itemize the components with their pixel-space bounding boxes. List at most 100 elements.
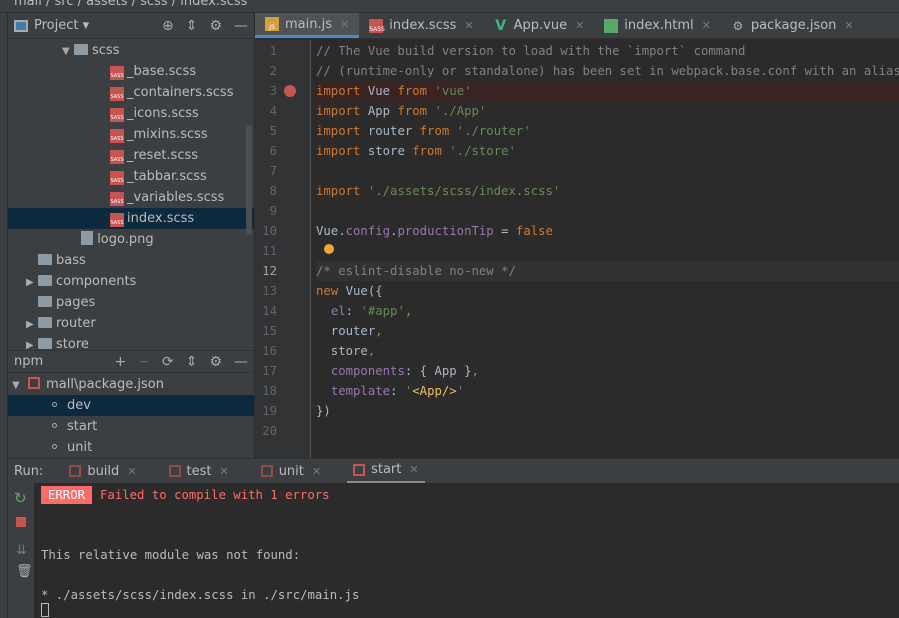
locate-icon[interactable]: ⊕ (162, 18, 174, 34)
sass-file-icon: SASS (110, 192, 124, 206)
lightbulb-icon[interactable] (324, 244, 334, 254)
code-line[interactable]: el: '#app', (316, 301, 899, 321)
console-line: This relative module was not found: (41, 548, 301, 562)
tree-item[interactable]: SASS index.scss (8, 208, 254, 229)
npm-script-unit[interactable]: unit (8, 437, 254, 458)
rerun-icon[interactable]: ↻ (14, 489, 34, 507)
tab-index-scss[interactable]: SASS index.scss ✕ (359, 13, 483, 38)
code-line[interactable]: }) (316, 401, 899, 421)
code-line[interactable] (316, 201, 899, 221)
close-icon[interactable]: ✕ (844, 19, 853, 32)
close-icon[interactable]: ✕ (127, 465, 136, 478)
run-tab-build[interactable]: build ✕ (63, 459, 142, 484)
close-icon[interactable]: ✕ (575, 19, 584, 32)
vue-file-icon: V (495, 17, 507, 34)
project-view-dropdown[interactable]: Project ▾ (34, 18, 150, 33)
code-line[interactable]: Vue.config.productionTip = false (316, 221, 899, 241)
code-line[interactable]: import Vue from 'vue' (316, 81, 899, 101)
code-line[interactable]: // The Vue build version to load with th… (316, 41, 899, 61)
hide-icon[interactable]: — (234, 354, 248, 370)
code-line[interactable]: import './assets/scss/index.scss' (316, 181, 899, 201)
sass-file-icon: SASS (110, 66, 124, 80)
gutter[interactable]: 1 2 3 4 5 6 7 8 9 10 11 12 13 14 15 16 17 18 19 20 (255, 40, 311, 458)
code-token: import (316, 104, 361, 118)
tab-package-json[interactable]: ⚙ package.json ✕ (721, 13, 864, 38)
tree-item[interactable]: SASS _containers.scss (8, 82, 254, 103)
left-tool-stripe[interactable] (0, 13, 8, 618)
npm-icon (69, 465, 82, 477)
code-token: from (397, 104, 428, 118)
run-tab-start[interactable]: start ✕ (347, 459, 425, 484)
sass-file-icon: SASS (110, 171, 124, 185)
code-line[interactable]: router, (316, 321, 899, 341)
line-number: 9 (269, 204, 277, 218)
run-tab-label: start (371, 462, 402, 477)
code-token: import (316, 124, 361, 138)
code-line[interactable]: /* eslint-disable no-new */ (316, 261, 899, 281)
tree-item[interactable]: ▼ scss (8, 40, 254, 61)
code-line[interactable] (316, 161, 899, 181)
hide-icon[interactable]: — (234, 18, 248, 34)
code-token: , (367, 344, 376, 358)
project-view-icon (14, 19, 28, 32)
npm-package[interactable]: ▼ mall\package.json (8, 374, 254, 395)
code-line[interactable]: import App from './App' (316, 101, 899, 121)
collapse-icon[interactable]: ⇕ (186, 354, 198, 370)
tree-item[interactable]: SASS _reset.scss (8, 145, 254, 166)
tree-item[interactable]: pages (8, 292, 254, 313)
code-line[interactable] (316, 421, 899, 441)
gear-icon[interactable]: ⚙ (209, 18, 222, 34)
stop-icon[interactable] (16, 517, 26, 527)
error-message: Failed to compile with 1 errors (100, 488, 330, 502)
line-number: 16 (262, 344, 277, 358)
add-icon[interactable]: + (115, 354, 127, 370)
tree-item[interactable]: SASS _variables.scss (8, 187, 254, 208)
tab-main-js[interactable]: JS main.js ✕ (255, 13, 360, 38)
tree-item[interactable]: SASS _base.scss (8, 61, 254, 82)
code-line[interactable]: import store from './store' (316, 141, 899, 161)
tree-item[interactable]: ▶ components (8, 271, 254, 292)
collapse-all-icon[interactable]: ⇕ (186, 18, 198, 34)
tab-index-html[interactable]: index.html ✕ (594, 13, 721, 38)
close-icon[interactable]: ✕ (219, 465, 228, 478)
code-line[interactable]: // (runtime-only or standalone) has been… (316, 61, 899, 81)
code-editor[interactable]: 1 2 3 4 5 6 7 8 9 10 11 12 13 14 15 16 17 18 19 20 // The V… (255, 40, 899, 458)
tree-item-label: scss (92, 43, 120, 58)
close-icon[interactable]: ✕ (702, 19, 711, 32)
gear-icon[interactable]: ⚙ (209, 354, 222, 370)
close-icon[interactable]: ✕ (464, 19, 473, 32)
tree-item[interactable]: ▶ router (8, 313, 254, 334)
breadcrumb[interactable]: mall / src / assets / scss / index.scss (0, 0, 899, 13)
npm-script-dev[interactable]: dev (8, 395, 254, 416)
run-tab-unit[interactable]: unit ✕ (255, 459, 327, 484)
code-line[interactable]: import router from './router' (316, 121, 899, 141)
run-tab-test[interactable]: test ✕ (163, 459, 235, 484)
code-line[interactable]: new Vue({ (316, 281, 899, 301)
tab-label: main.js (285, 16, 332, 32)
tree-item[interactable]: logo.png (8, 229, 254, 250)
tree-item[interactable]: bass (8, 250, 254, 271)
close-icon[interactable]: ✕ (409, 463, 418, 476)
remove-icon[interactable]: − (138, 354, 150, 370)
tree-item[interactable]: SASS _mixins.scss (8, 124, 254, 145)
tree-item[interactable]: SASS _icons.scss (8, 103, 254, 124)
tree-scrollbar[interactable] (246, 125, 252, 235)
trash-icon[interactable]: 🗑 (16, 564, 34, 579)
breakpoint-icon[interactable] (284, 85, 296, 97)
run-tab-label: test (186, 463, 212, 479)
code-line[interactable] (316, 241, 899, 261)
run-label: Run: (14, 463, 44, 479)
close-icon[interactable]: ✕ (312, 465, 321, 478)
tab-App-vue[interactable]: V App.vue ✕ (484, 13, 595, 38)
tree-item[interactable]: SASS _tabbar.scss (8, 166, 254, 187)
run-console[interactable]: ↻ ⇊ 🗑 ERROR Failed to compile with 1 erro… (8, 483, 899, 618)
npm-script-start[interactable]: start (8, 416, 254, 437)
scroll-to-end-icon[interactable]: ⇊ (16, 543, 34, 558)
code-line[interactable]: store, (316, 341, 899, 361)
code-line[interactable]: components: { App }, (316, 361, 899, 381)
close-icon[interactable]: ✕ (340, 18, 349, 31)
code-line[interactable]: template: '<App/>' (316, 381, 899, 401)
refresh-icon[interactable]: ⟳ (162, 354, 174, 370)
tab-label: index.scss (389, 18, 457, 33)
code-token: from (412, 144, 442, 158)
